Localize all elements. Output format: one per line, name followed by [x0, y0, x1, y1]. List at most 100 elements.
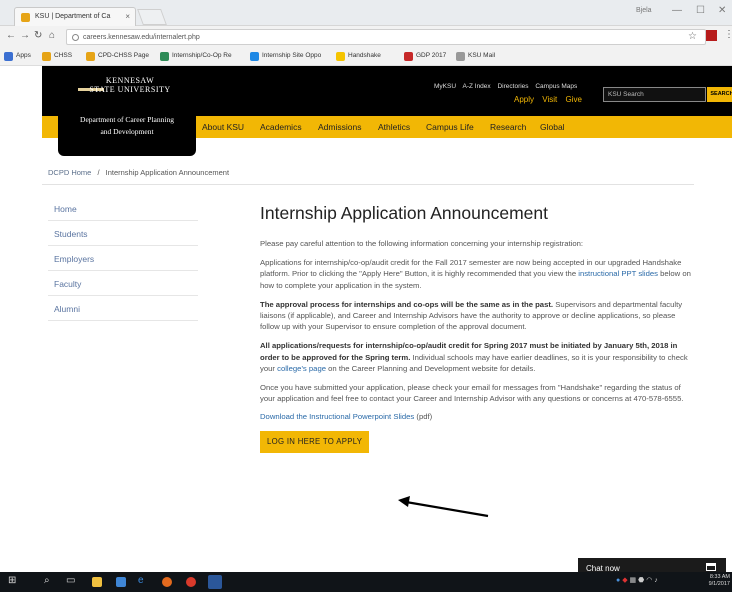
back-arrow-icon[interactable]: ←: [6, 30, 16, 41]
college-page-link[interactable]: college's page: [277, 364, 326, 373]
bookmark-gdp[interactable]: GDP 2017: [404, 52, 446, 61]
link-apply[interactable]: Apply: [514, 95, 534, 104]
ksu-favicon-icon: [21, 13, 30, 22]
network-icon[interactable]: ▦: [630, 577, 637, 584]
file-explorer-icon[interactable]: [92, 577, 102, 587]
nav-admissions[interactable]: Admissions: [318, 122, 361, 132]
bookmark-chss[interactable]: CHSS: [42, 52, 72, 61]
store-icon[interactable]: [116, 577, 126, 587]
nav-research[interactable]: Research: [490, 122, 526, 132]
action-links: Apply Visit Give: [514, 95, 588, 104]
approval-paragraph: The approval process for internships and…: [260, 299, 683, 332]
nav-global[interactable]: Global: [540, 122, 565, 132]
site-info-icon[interactable]: [72, 34, 79, 41]
bookmark-internship-coop[interactable]: Internship/Co-Op Re: [160, 52, 232, 61]
clock-date: 9/1/2017: [708, 581, 730, 587]
logo-line-2: STATE UNIVERSITY: [89, 85, 171, 94]
link-az-index[interactable]: A-Z Index: [462, 83, 490, 90]
breadcrumb: DCPD Home / Internship Application Annou…: [48, 168, 229, 177]
nav-campus-life[interactable]: Campus Life: [426, 122, 474, 132]
bookmark-cpd-chss[interactable]: CPD-CHSS Page: [86, 52, 149, 61]
new-tab-button[interactable]: [137, 9, 167, 25]
clock-time: 8:33 AM: [709, 574, 730, 580]
contact-paragraph: Once you have submitted your application…: [260, 383, 684, 404]
word-icon[interactable]: [208, 575, 222, 589]
download-slides-link[interactable]: Download the Instructional Powerpoint Sl…: [260, 412, 414, 421]
browser-tab-bar: KSU | Department of Ca × Bjela — ☐ ✕: [0, 0, 732, 26]
chrome-icon[interactable]: [186, 577, 196, 587]
bookmark-star-icon[interactable]: ☆: [688, 31, 697, 42]
task-view-icon[interactable]: ▭: [66, 575, 75, 586]
handshake-icon: [336, 52, 345, 61]
bookmarks-bar: Apps CHSS CPD-CHSS Page Internship/Co-Op…: [0, 48, 732, 66]
breadcrumb-separator: /: [97, 168, 100, 177]
breadcrumb-current: Internship Application Announcement: [105, 168, 230, 177]
download-slides-row: Download the Instructional Powerpoint Sl…: [260, 412, 433, 422]
chat-window-icon[interactable]: [706, 563, 716, 571]
link-directories[interactable]: Directories: [497, 83, 528, 90]
sidebar-item-alumni[interactable]: Alumni: [48, 296, 198, 321]
breadcrumb-divider: [42, 184, 694, 185]
reload-icon[interactable]: ↻: [34, 30, 42, 41]
nav-athletics[interactable]: Athletics: [378, 122, 410, 132]
close-window-icon[interactable]: ✕: [718, 5, 726, 16]
browser-menu-icon[interactable]: ⋮: [724, 29, 732, 40]
browser-tab[interactable]: KSU | Department of Ca ×: [14, 7, 136, 26]
profile-name[interactable]: Bjela: [636, 7, 652, 14]
url-input[interactable]: careers.kennesaw.edu/internalert.php ☆: [66, 29, 706, 45]
utility-links: MyKSU A-Z Index Directories Campus Maps: [434, 83, 582, 90]
ksu-owl-icon: [86, 52, 95, 61]
shield-icon[interactable]: ◆: [622, 577, 627, 584]
system-tray: ● ◆ ▦ ⬣ ◠ ♪: [616, 576, 658, 584]
minimize-icon[interactable]: —: [672, 5, 682, 16]
url-text: careers.kennesaw.edu/internalert.php: [83, 34, 200, 41]
apply-button[interactable]: LOG IN HERE TO APPLY: [260, 431, 370, 454]
close-tab-icon[interactable]: ×: [125, 12, 130, 21]
link-visit[interactable]: Visit: [542, 95, 557, 104]
link-give[interactable]: Give: [565, 95, 581, 104]
sidebar-item-students[interactable]: Students: [48, 221, 198, 246]
tab-title: KSU | Department of Ca: [35, 13, 111, 20]
firefox-icon[interactable]: [162, 577, 172, 587]
sidebar-item-faculty[interactable]: Faculty: [48, 271, 198, 296]
home-icon[interactable]: ⌂: [49, 30, 55, 41]
security-icon[interactable]: ⬣: [638, 577, 644, 584]
intro-paragraph: Please pay careful attention to the foll…: [260, 239, 584, 248]
edge-icon[interactable]: e: [138, 575, 144, 586]
department-tab[interactable]: Department of Career Planning and Develo…: [58, 108, 196, 156]
forward-arrow-icon[interactable]: →: [20, 30, 30, 41]
ksu-search-input[interactable]: KSU Search: [603, 87, 706, 102]
department-line-1: Department of Career Planning: [80, 115, 174, 124]
extension-icon[interactable]: [706, 30, 717, 41]
page-title: Internship Application Announcement: [260, 203, 548, 223]
nav-about-ksu[interactable]: About KSU: [202, 122, 244, 132]
taskbar: ⊞ ⌕ ▭ e ● ◆ ▦ ⬣ ◠ ♪ 8:33 AM 9/1/2017: [0, 572, 732, 592]
bookmark-internship-site[interactable]: Internship Site Oppo: [250, 52, 321, 61]
wifi-icon[interactable]: ◠: [646, 577, 652, 584]
sheet-icon: [160, 52, 169, 61]
bookmark-apps[interactable]: Apps: [4, 52, 31, 61]
bookmark-ksu-mail[interactable]: KSU Mail: [456, 52, 495, 61]
fall-paragraph: Applications for internship/co-op/audit …: [260, 258, 691, 290]
nav-academics[interactable]: Academics: [260, 122, 302, 132]
address-bar-row: ← → ↻ ⌂ careers.kennesaw.edu/internalert…: [0, 26, 732, 48]
link-campus-maps[interactable]: Campus Maps: [535, 83, 577, 90]
windows-start-icon[interactable]: ⊞: [8, 575, 16, 586]
breadcrumb-home[interactable]: DCPD Home: [48, 168, 91, 177]
taskbar-clock[interactable]: 8:33 AM 9/1/2017: [704, 574, 730, 588]
apps-grid-icon: [4, 52, 13, 61]
people-icon[interactable]: ●: [616, 577, 620, 584]
link-myksu[interactable]: MyKSU: [434, 83, 456, 90]
instructional-slides-link[interactable]: instructional PPT slides: [578, 269, 658, 278]
page-icon: [456, 52, 465, 61]
sidebar: Home Students Employers Faculty Alumni: [48, 196, 198, 321]
bookmark-handshake[interactable]: Handshake: [336, 52, 381, 61]
sidebar-item-home[interactable]: Home: [48, 196, 198, 221]
volume-icon[interactable]: ♪: [654, 577, 658, 584]
spring-paragraph: All applications/requests for internship…: [260, 341, 688, 373]
search-icon[interactable]: ⌕: [44, 575, 50, 586]
ksu-owl-icon: [42, 52, 51, 61]
sidebar-item-employers[interactable]: Employers: [48, 246, 198, 271]
ksu-search-button[interactable]: SEARCH: [707, 87, 732, 102]
maximize-icon[interactable]: ☐: [696, 5, 705, 16]
